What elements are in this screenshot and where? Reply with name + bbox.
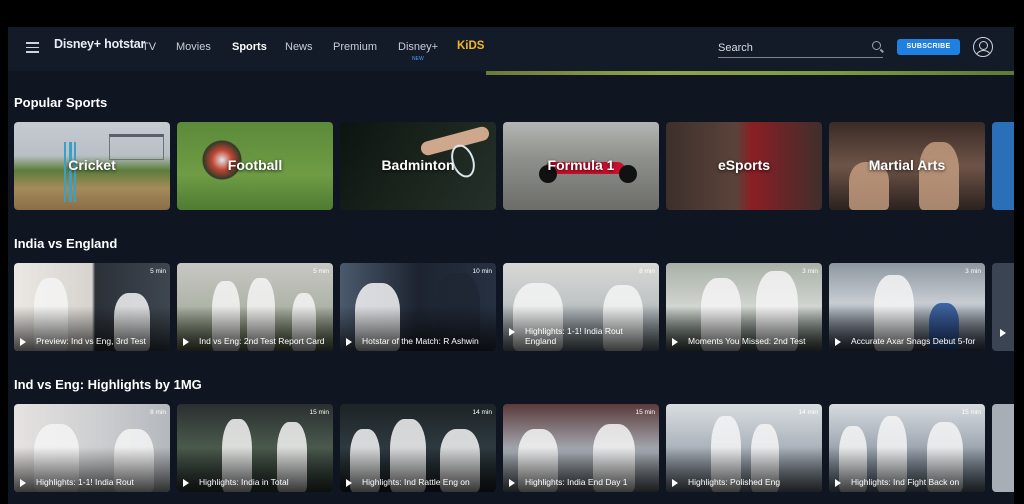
video-title: Hotstar of the Match: R Ashwin bbox=[346, 336, 490, 346]
video-tile[interactable]: 8 min Highlights: 1-1! India Rout bbox=[14, 404, 170, 492]
video-duration: 3 min bbox=[965, 268, 981, 275]
sport-tile-label: Badminton bbox=[381, 157, 455, 173]
sport-tile-label: eSports bbox=[717, 157, 771, 173]
nav-link-premium[interactable]: Premium bbox=[333, 41, 377, 53]
video-duration: 5 min bbox=[313, 268, 329, 275]
play-icon bbox=[509, 328, 515, 336]
play-icon bbox=[183, 479, 189, 487]
hero-banner-edge[interactable] bbox=[486, 71, 1014, 75]
video-duration: 15 min bbox=[309, 409, 329, 416]
play-icon bbox=[672, 338, 678, 346]
video-duration: 5 min bbox=[150, 268, 166, 275]
sport-tile-martial-arts[interactable]: Martial Arts bbox=[829, 122, 985, 210]
profile-avatar-icon[interactable] bbox=[973, 37, 993, 57]
app-window: Disney+ hotstar TV Movies Sports News Pr… bbox=[8, 27, 1014, 504]
play-icon bbox=[509, 479, 515, 487]
video-duration: 8 min bbox=[150, 409, 166, 416]
video-duration: 3 min bbox=[802, 268, 818, 275]
play-icon bbox=[1000, 329, 1006, 337]
video-tile[interactable]: 14 min Highlights: Polished Eng bbox=[666, 404, 822, 492]
video-title: Moments You Missed: 2nd Test bbox=[672, 336, 816, 346]
sport-tile-badminton[interactable]: Badminton bbox=[340, 122, 496, 210]
video-tile[interactable]: 10 min Hotstar of the Match: R Ashwin bbox=[340, 263, 496, 351]
video-tile[interactable]: 3 min Moments You Missed: 2nd Test bbox=[666, 263, 822, 351]
video-tile[interactable]: 5 min Ind vs Eng: 2nd Test Report Card bbox=[177, 263, 333, 351]
sport-tile-label: Football bbox=[227, 157, 283, 173]
nav-link-sports[interactable]: Sports bbox=[232, 41, 267, 53]
top-nav: Disney+ hotstar TV Movies Sports News Pr… bbox=[8, 27, 1014, 71]
nav-link-disney-plus[interactable]: Disney+ bbox=[398, 41, 438, 53]
video-title: Ind vs Eng: 2nd Test Report Card bbox=[183, 336, 327, 346]
video-duration: 15 min bbox=[961, 409, 981, 416]
video-tile[interactable]: 14 min Highlights: Ind Rattle Eng on bbox=[340, 404, 496, 492]
video-tile[interactable]: 5 min Preview: Ind vs Eng, 3rd Test bbox=[14, 263, 170, 351]
sport-tile-label: Formula 1 bbox=[547, 157, 615, 173]
video-tile[interactable]: 15 min Highlights: Ind Fight Back on bbox=[829, 404, 985, 492]
subscribe-button[interactable]: SUBSCRIBE bbox=[897, 39, 960, 55]
video-tile[interactable]: 15 min Highlights: India in Total bbox=[177, 404, 333, 492]
section-title-popular-sports: Popular Sports bbox=[14, 95, 108, 110]
sport-tile-cricket[interactable]: Cricket bbox=[14, 122, 170, 210]
play-icon bbox=[835, 479, 841, 487]
play-icon bbox=[183, 338, 189, 346]
search-icon[interactable] bbox=[872, 41, 881, 50]
play-icon bbox=[20, 479, 26, 487]
section-title-india-vs-england: India vs England bbox=[14, 236, 118, 251]
play-icon bbox=[20, 338, 26, 346]
video-title: Highlights: India in Total bbox=[183, 477, 327, 487]
sport-tile-football[interactable]: Football bbox=[177, 122, 333, 210]
nav-link-movies[interactable]: Movies bbox=[176, 41, 211, 53]
play-icon bbox=[835, 338, 841, 346]
video-title: Highlights: Polished Eng bbox=[672, 477, 816, 487]
video-tile-next[interactable] bbox=[992, 263, 1014, 351]
video-title: Highlights: 1-1! India Rout bbox=[20, 477, 164, 487]
sport-tile-label: Cricket bbox=[68, 157, 116, 173]
video-title: Accurate Axar Snags Debut 5-for bbox=[835, 336, 979, 346]
video-title: Highlights: Ind Rattle Eng on bbox=[346, 477, 490, 487]
play-icon bbox=[672, 479, 678, 487]
section-title-highlights-1mg: Ind vs Eng: Highlights by 1MG bbox=[14, 377, 202, 392]
video-title: Highlights: Ind Fight Back on bbox=[835, 477, 979, 487]
nav-link-kids[interactable]: KiDS bbox=[457, 40, 484, 52]
hotstar-logo[interactable]: Disney+ hotstar bbox=[54, 37, 145, 51]
video-tile[interactable]: 8 min Highlights: 1-1! India Rout Englan… bbox=[503, 263, 659, 351]
video-title: Highlights: 1-1! India Rout England bbox=[509, 326, 653, 346]
new-badge: NEW bbox=[412, 56, 424, 62]
video-title: Preview: Ind vs Eng, 3rd Test bbox=[20, 336, 164, 346]
sport-tile-next[interactable] bbox=[992, 122, 1014, 210]
video-title: Highlights: India End Day 1 bbox=[509, 477, 653, 487]
play-icon bbox=[346, 338, 352, 346]
video-duration: 15 min bbox=[635, 409, 655, 416]
video-duration: 14 min bbox=[798, 409, 818, 416]
video-tile[interactable]: 15 min Highlights: India End Day 1 bbox=[503, 404, 659, 492]
video-duration: 10 min bbox=[472, 268, 492, 275]
nav-link-news[interactable]: News bbox=[285, 41, 313, 53]
nav-link-tv[interactable]: TV bbox=[142, 41, 156, 53]
search-field[interactable] bbox=[718, 38, 883, 58]
video-duration: 14 min bbox=[472, 409, 492, 416]
menu-icon[interactable] bbox=[26, 42, 39, 53]
video-duration: 8 min bbox=[639, 268, 655, 275]
video-tile-next[interactable] bbox=[992, 404, 1014, 492]
sport-tile-formula-1[interactable]: Formula 1 bbox=[503, 122, 659, 210]
sport-tile-label: Martial Arts bbox=[868, 157, 946, 173]
search-input[interactable] bbox=[718, 42, 858, 54]
sport-tile-esports[interactable]: eSports bbox=[666, 122, 822, 210]
video-tile[interactable]: 3 min Accurate Axar Snags Debut 5-for bbox=[829, 263, 985, 351]
play-icon bbox=[346, 479, 352, 487]
